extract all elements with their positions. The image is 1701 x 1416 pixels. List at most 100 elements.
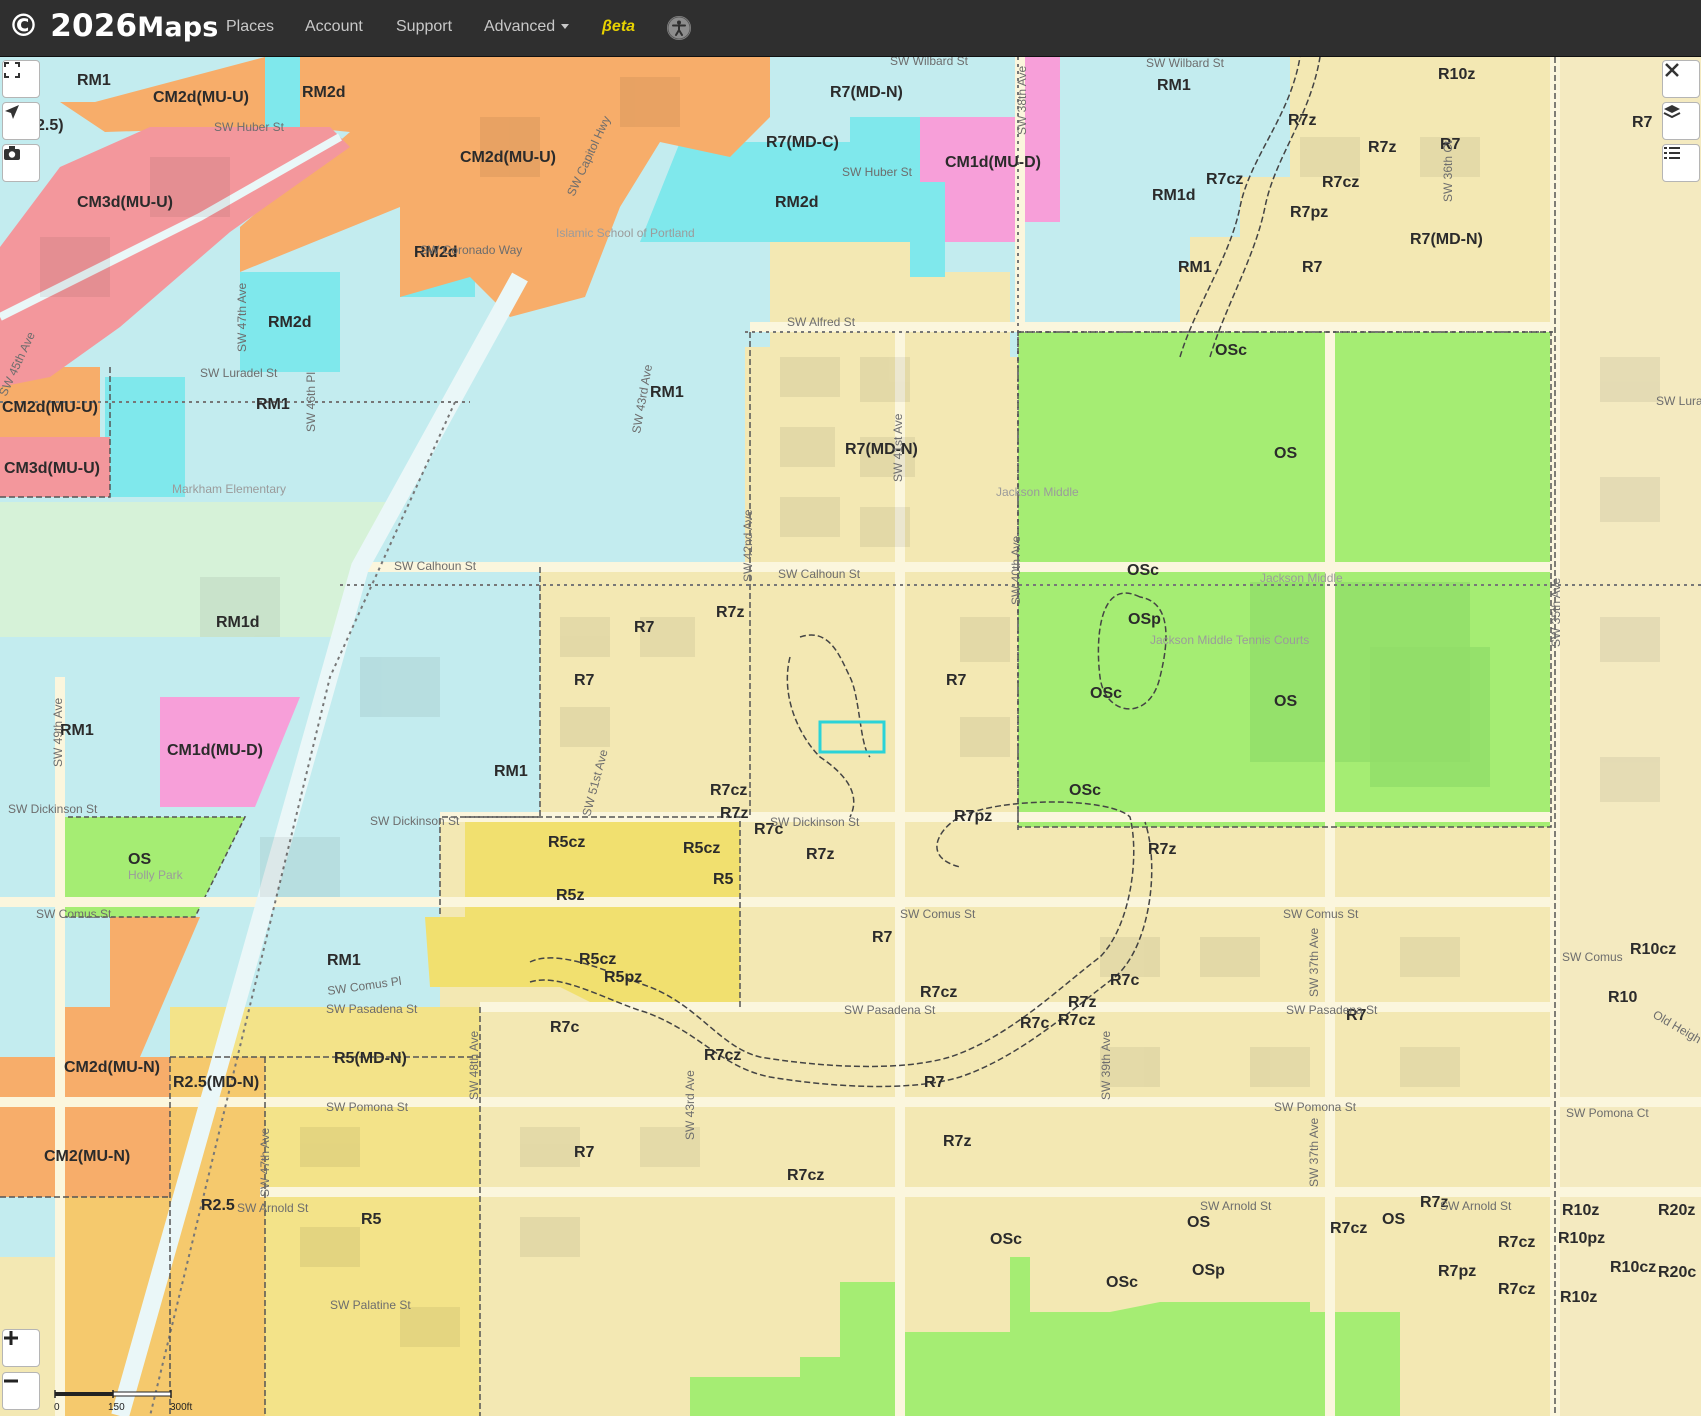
zone-label: OSc [1106, 1274, 1138, 1291]
logo-tail-text: Maps [137, 12, 219, 43]
zone-rm2d-e [105, 377, 185, 497]
zone-label: R7cz [704, 1047, 741, 1064]
zone-label: R10pz [1558, 1230, 1605, 1247]
locate-button[interactable] [2, 102, 40, 140]
zone-label: R10cz [1610, 1259, 1656, 1276]
zone-label: R7 [574, 672, 595, 689]
street-label: SW 47th Ave [235, 283, 249, 352]
street-label: SW Comus [1562, 950, 1623, 964]
scale-bar-graphic [54, 1390, 172, 1398]
street-label: SW 41st Ave [891, 413, 905, 482]
street-label: SW Arnold St [1440, 1199, 1512, 1213]
street-label: SW 37th Ave [1307, 1118, 1321, 1187]
street-label: SW Pomona Ct [1566, 1106, 1649, 1120]
zone-label: R7c [550, 1019, 579, 1036]
zone-label: R7cz [1206, 171, 1243, 188]
zone-label: OS [1274, 693, 1297, 710]
zone-label: R7 [872, 929, 893, 946]
zone-label: R5 [713, 871, 734, 888]
nav-support[interactable]: Support [396, 18, 452, 36]
street-label: SW Pomona St [1274, 1100, 1357, 1114]
zone-label: R7z [806, 846, 834, 863]
zone-rm2d-a [265, 57, 300, 127]
screenshot-button[interactable] [2, 144, 40, 182]
zone-label: R7 [634, 619, 655, 636]
nav-places[interactable]: Places [226, 18, 274, 36]
zone-label: OS [1382, 1211, 1405, 1228]
tools-button[interactable] [1662, 60, 1700, 98]
fullscreen-button[interactable] [2, 60, 40, 98]
zone-label: R7z [720, 805, 748, 822]
camera-icon [4, 146, 20, 160]
zone-label: R7pz [1290, 204, 1328, 221]
scale-bar: 0 150 300ft [54, 1390, 204, 1413]
zone-label: RM1 [1178, 259, 1212, 276]
zone-label: RM1 [1157, 77, 1191, 94]
zone-label: R7cz [787, 1167, 824, 1184]
zone-label: RM2d [268, 314, 312, 331]
zone-label: R10 [1608, 989, 1637, 1006]
accessibility-icon[interactable] [667, 16, 691, 40]
nav-advanced-dropdown[interactable]: Advanced [484, 18, 570, 36]
zone-label: OSp [1192, 1262, 1225, 1279]
zone-label: OSc [1215, 342, 1247, 359]
expand-icon [4, 62, 20, 78]
street-label: SW Pasadena St [844, 1003, 936, 1017]
street-label: SW Luradel St [200, 366, 278, 380]
zone-label: R7cz [1498, 1234, 1535, 1251]
zone-label: R7z [716, 604, 744, 621]
zone-label: R5(MD-N) [334, 1050, 407, 1067]
nav-beta[interactable]: βeta [602, 18, 635, 36]
zone-label: R5cz [579, 951, 616, 968]
zone-label: RM1 [60, 722, 94, 739]
zone-label: RM1d [1152, 187, 1196, 204]
zone-label: R20z [1658, 1202, 1695, 1219]
zone-label: CM2d(MU-U) [153, 89, 249, 106]
street-label: SW Pasadena St [326, 1002, 418, 1016]
caret-down-icon [561, 24, 570, 30]
zone-label: R7(MD-C) [766, 134, 839, 151]
street-label: SW Lura [1656, 394, 1701, 408]
zoning-map[interactable]: RM1 CM2d(MU-U) RM2d 2.5) CM3d(MU-U) CM2d… [0, 57, 1701, 1416]
zoom-in-button[interactable] [2, 1329, 40, 1367]
zone-label: R7(MD-N) [845, 441, 918, 458]
zoom-out-button[interactable] [2, 1372, 40, 1410]
zone-cm2-mu-n [0, 1057, 170, 1197]
location-arrow-icon [5, 105, 19, 119]
legend-button[interactable] [1662, 144, 1700, 182]
zone-label: CM3d(MU-U) [4, 460, 100, 477]
street-label: SW 42nd Ave [741, 509, 755, 582]
street-label: SW Wilbard St [890, 57, 969, 68]
street-label: SW Comus St [36, 907, 112, 921]
street-label: SW Huber St [214, 120, 285, 134]
zone-label: R7pz [954, 808, 992, 825]
layers-button[interactable] [1662, 102, 1700, 140]
zone-label: RM1 [77, 72, 111, 89]
zone-label: OSc [1127, 562, 1159, 579]
zone-label: R10cz [1630, 941, 1676, 958]
zone-label: R7 [574, 1144, 595, 1161]
street-label: SW 36th Ct [1441, 140, 1455, 202]
zone-label: CM2(MU-N) [44, 1148, 130, 1165]
nav-account[interactable]: Account [305, 18, 363, 36]
zone-label: R5 [361, 1211, 382, 1228]
scale-label: 0 [54, 1402, 60, 1413]
zone-label: R7z [1068, 994, 1096, 1011]
street-label: SW 37th Ave [1307, 928, 1321, 997]
top-nav-bar: © 2026Maps Places Account Support Advanc… [0, 0, 1701, 57]
zone-label: R7z [1368, 139, 1396, 156]
street-label: SW Dickinson St [370, 814, 460, 828]
street-label: SW Arnold St [1200, 1199, 1272, 1213]
street-label: SW 47th Ave [258, 1128, 272, 1197]
street-label: SW 40th Ave [1009, 536, 1023, 605]
street-label: SW 48th Ave [467, 1031, 481, 1100]
street-label: SW 38th Ave [1015, 66, 1029, 135]
zone-label: R5cz [548, 834, 585, 851]
street-label: SW Wilbard St [1146, 57, 1225, 70]
scale-label: 150 [108, 1402, 125, 1413]
zone-label: R10z [1560, 1289, 1597, 1306]
zone-label: OS [1187, 1214, 1210, 1231]
zone-label: R7cz [920, 984, 957, 1001]
zone-label: OS [128, 851, 151, 868]
app-logo[interactable]: © 2026Maps [8, 8, 219, 44]
